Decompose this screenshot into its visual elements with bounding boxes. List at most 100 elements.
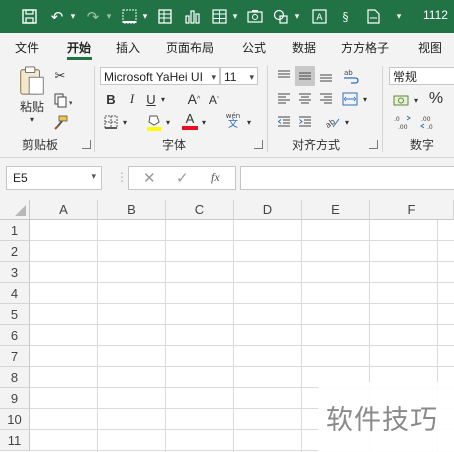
symbol-icon[interactable]: § [334, 0, 356, 33]
gridline [30, 366, 454, 367]
table-icon[interactable] [208, 0, 230, 33]
copy-icon[interactable]: ▾ [52, 92, 74, 108]
borders-dropdown-icon[interactable]: ▾ [120, 113, 130, 131]
undo-icon[interactable]: ↶ [46, 0, 68, 33]
column-header[interactable]: A [30, 200, 98, 220]
align-top-icon[interactable] [274, 66, 294, 86]
number-format-select[interactable]: 常规 [389, 67, 454, 85]
more-options-icon[interactable]: ⋮ [116, 170, 128, 184]
phonetic-dropdown-icon[interactable]: ▾ [244, 113, 254, 131]
align-center-icon[interactable] [295, 89, 315, 109]
tab-fangfang-gezi[interactable]: 方方格子 [341, 39, 389, 56]
save-icon[interactable] [18, 0, 40, 33]
font-launcher-icon[interactable] [254, 140, 263, 149]
chevron-down-icon[interactable]: ▾ [91, 172, 96, 182]
row-header[interactable]: 1 [0, 220, 30, 241]
row-header[interactable]: 3 [0, 262, 30, 283]
document-icon[interactable] [362, 0, 384, 33]
redo-icon[interactable]: ↷ [82, 0, 104, 33]
column-header[interactable]: B [98, 200, 166, 220]
ribbon: 粘贴 ▾ ✂ ▾ 剪贴板 Microsoft YaHei UI ▾ 11 ▾ B… [0, 60, 454, 158]
undo-dropdown-icon[interactable]: ▾ [68, 0, 78, 33]
tab-formulas[interactable]: 公式 [242, 39, 266, 56]
fill-color-icon[interactable] [145, 112, 163, 132]
orientation-dropdown-icon[interactable]: ▾ [342, 112, 352, 132]
cancel-icon[interactable]: ✕ [143, 169, 156, 187]
tab-view[interactable]: 视图 [418, 39, 442, 56]
row-header[interactable]: 11 [0, 430, 30, 451]
row-header[interactable]: 8 [0, 367, 30, 388]
borders-icon[interactable] [102, 113, 120, 131]
tab-home[interactable]: 开始 [67, 39, 91, 56]
merge-dropdown-icon[interactable]: ▾ [360, 89, 370, 109]
phonetic-guide-button[interactable]: wén 文 [222, 111, 244, 131]
fill-color-dropdown-icon[interactable]: ▾ [163, 113, 173, 131]
name-box[interactable]: E5 ▾ [6, 166, 102, 190]
tab-insert[interactable]: 插入 [116, 39, 140, 56]
tab-file[interactable]: 文件 [15, 39, 39, 56]
column-header[interactable]: D [234, 200, 302, 220]
textbox-icon[interactable]: A [308, 0, 330, 33]
column-header[interactable]: C [166, 200, 234, 220]
tab-page-layout[interactable]: 页面布局 [166, 39, 214, 56]
shrink-font-button[interactable]: Aˇ [206, 92, 222, 108]
font-color-dropdown-icon[interactable]: ▾ [199, 113, 209, 131]
screenshot-icon[interactable] [244, 0, 266, 33]
orientation-icon[interactable]: ab [322, 112, 342, 132]
merge-center-icon[interactable] [340, 89, 360, 109]
underline-button[interactable]: U [144, 90, 158, 108]
borders-icon[interactable] [118, 0, 140, 33]
svg-text:.0: .0 [427, 124, 433, 130]
column-header[interactable]: E [302, 200, 370, 220]
confirm-icon[interactable]: ✓ [176, 169, 189, 187]
paste-button[interactable]: 粘贴 ▾ [14, 66, 50, 124]
align-middle-icon[interactable] [295, 66, 315, 86]
percent-button[interactable]: % [426, 88, 446, 110]
row-header[interactable]: 7 [0, 346, 30, 367]
decrease-decimal-icon[interactable]: .00.0 [418, 112, 440, 132]
decrease-indent-icon[interactable] [274, 112, 294, 132]
customize-toolbar-icon[interactable]: ▾ [392, 0, 406, 33]
wrap-text-icon[interactable]: ab [340, 66, 362, 86]
group-divider [267, 66, 268, 152]
alignment-launcher-icon[interactable] [369, 140, 378, 149]
align-right-icon[interactable] [316, 89, 336, 109]
font-name-select[interactable]: Microsoft YaHei UI ▾ [100, 67, 220, 85]
formula-input[interactable] [240, 166, 454, 190]
font-size-select[interactable]: 11 ▾ [220, 67, 258, 85]
redo-dropdown-icon[interactable]: ▾ [104, 0, 114, 33]
clipboard-group-label: 剪贴板 [22, 138, 59, 152]
align-bottom-icon[interactable] [316, 66, 336, 86]
italic-button[interactable]: I [125, 90, 139, 108]
paste-dropdown-icon[interactable]: ▾ [30, 115, 34, 124]
chart-icon[interactable] [182, 0, 204, 33]
row-header[interactable]: 4 [0, 283, 30, 304]
font-color-button[interactable]: A [181, 110, 199, 132]
row-header[interactable]: 5 [0, 304, 30, 325]
accounting-format-icon[interactable] [391, 90, 411, 110]
row-header[interactable]: 9 [0, 388, 30, 409]
select-all-corner[interactable] [0, 200, 30, 220]
underline-dropdown-icon[interactable]: ▾ [158, 90, 168, 108]
bold-button[interactable]: B [104, 90, 118, 108]
format-painter-icon[interactable] [52, 114, 68, 130]
cut-icon[interactable]: ✂ [52, 68, 68, 84]
accounting-dropdown-icon[interactable]: ▾ [411, 90, 421, 110]
grow-font-button[interactable]: A ^ [186, 90, 202, 108]
shapes-dropdown-icon[interactable]: ▾ [292, 0, 302, 33]
insert-function-icon[interactable]: fx [211, 170, 220, 185]
form-icon[interactable] [154, 0, 176, 33]
row-header[interactable]: 6 [0, 325, 30, 346]
increase-indent-icon[interactable] [295, 112, 315, 132]
borders-dropdown-icon[interactable]: ▾ [140, 0, 150, 33]
column-header[interactable]: F [370, 200, 454, 220]
tab-data[interactable]: 数据 [292, 39, 316, 56]
row-header[interactable]: 2 [0, 241, 30, 262]
increase-decimal-icon[interactable]: .0.00 [391, 112, 413, 132]
row-header[interactable]: 10 [0, 409, 30, 430]
phonetic-icon: 文 [228, 119, 238, 130]
shapes-icon[interactable] [270, 0, 292, 33]
table-dropdown-icon[interactable]: ▾ [230, 0, 240, 33]
align-left-icon[interactable] [274, 89, 294, 109]
clipboard-launcher-icon[interactable] [82, 140, 91, 149]
